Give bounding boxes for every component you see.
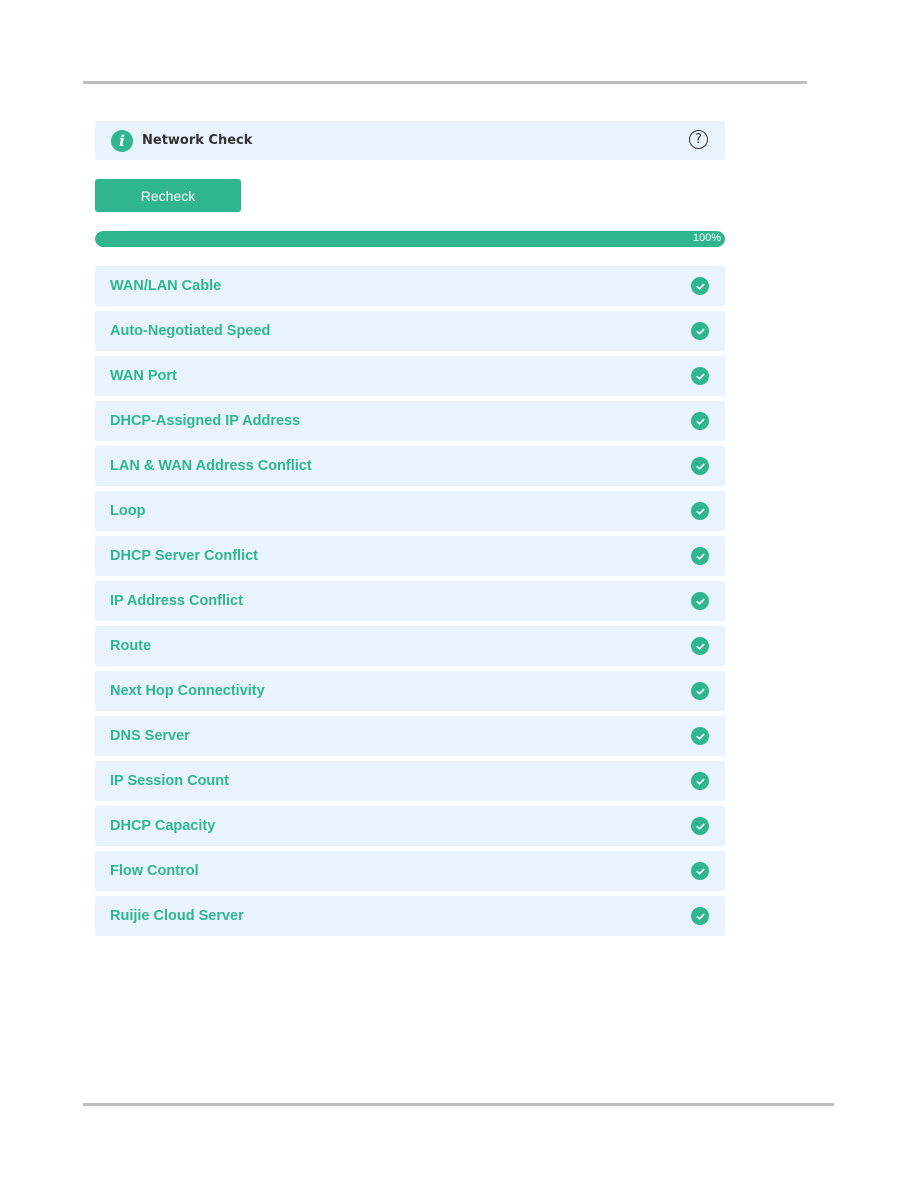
check-item-label: Loop [110,503,146,519]
check-circle-icon [691,817,709,835]
check-item-label: Flow Control [110,863,199,879]
check-item-label: DHCP Capacity [110,818,216,834]
check-circle-icon [691,322,709,340]
check-item: DHCP-Assigned IP Address [95,401,725,441]
check-circle-icon [691,862,709,880]
check-circle-icon [691,457,709,475]
check-circle-icon [691,682,709,700]
check-circle-icon [691,772,709,790]
progress-fill: 100% [95,231,725,247]
check-item-label: DNS Server [110,728,190,744]
check-item: DNS Server [95,716,725,756]
check-item: Loop [95,491,725,531]
recheck-button[interactable]: Recheck [95,179,241,212]
page-title: Network Check [142,133,253,148]
check-circle-icon [691,727,709,745]
check-circle-icon [691,277,709,295]
check-item-label: IP Session Count [110,773,229,789]
check-list: WAN/LAN Cable Auto-Negotiated Speed WAN … [95,266,725,941]
check-item-label: LAN & WAN Address Conflict [110,458,312,474]
check-item: LAN & WAN Address Conflict [95,446,725,486]
check-item: IP Session Count [95,761,725,801]
check-item-label: IP Address Conflict [110,593,243,609]
progress-bar: 100% [95,231,725,247]
check-item-label: Auto-Negotiated Speed [110,323,271,339]
check-item: Auto-Negotiated Speed [95,311,725,351]
question-circle-icon[interactable]: ? [689,130,708,149]
check-item: Route [95,626,725,666]
check-item-label: DHCP-Assigned IP Address [110,413,301,429]
check-item-label: WAN/LAN Cable [110,278,222,294]
check-circle-icon [691,592,709,610]
check-circle-icon [691,637,709,655]
check-circle-icon [691,547,709,565]
check-circle-icon [691,502,709,520]
check-item: Flow Control [95,851,725,891]
check-item-label: Route [110,638,152,654]
page-bottom-rule [83,1103,834,1106]
check-item-label: Next Hop Connectivity [110,683,265,699]
progress-label: 100% [692,232,721,244]
check-item-label: WAN Port [110,368,177,384]
check-item: DHCP Capacity [95,806,725,846]
network-check-header: i Network Check ? [95,121,725,160]
check-item: Next Hop Connectivity [95,671,725,711]
check-item-label: Ruijie Cloud Server [110,908,244,924]
check-circle-icon [691,412,709,430]
page-top-rule [83,81,807,84]
check-item-label: DHCP Server Conflict [110,548,258,564]
check-item: WAN Port [95,356,725,396]
check-item: WAN/LAN Cable [95,266,725,306]
info-icon: i [111,129,133,152]
check-item: IP Address Conflict [95,581,725,621]
check-circle-icon [691,367,709,385]
check-circle-icon [691,907,709,925]
check-item: Ruijie Cloud Server [95,896,725,936]
check-item: DHCP Server Conflict [95,536,725,576]
